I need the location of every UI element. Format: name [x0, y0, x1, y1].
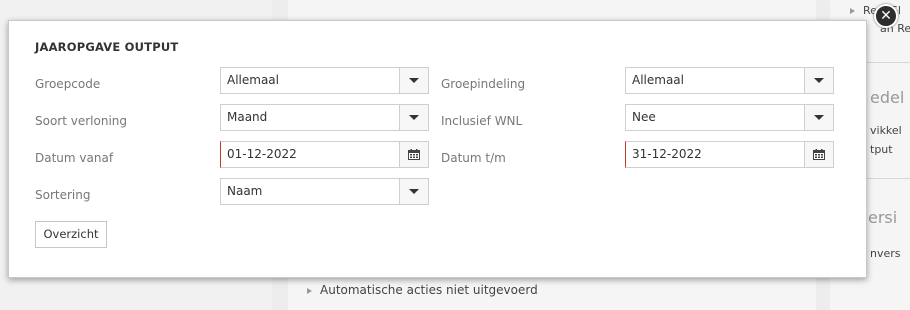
jaaropgave-output-dialog: JAAROPGAVE OUTPUT Groepcode Allemaal Gro… [8, 20, 867, 278]
overzicht-button[interactable]: Overzicht [35, 221, 107, 248]
soort-verloning-label: Soort verloning [35, 114, 128, 128]
caret-down-icon [409, 115, 419, 120]
caret-down-icon [814, 115, 824, 120]
datum-tm-calendar-button[interactable] [804, 142, 833, 167]
datum-tm-input[interactable]: 31-12-2022 [625, 141, 834, 168]
datum-vanaf-input[interactable]: 01-12-2022 [220, 141, 429, 168]
datum-tm-value: 31-12-2022 [632, 147, 702, 161]
groepindeling-select[interactable]: Allemaal [625, 67, 834, 94]
sortering-select[interactable]: Naam [220, 178, 429, 205]
background-link-automatische-acties[interactable]: Automatische acties niet uitgevoerd [307, 283, 538, 297]
background-heading-1: edel [870, 88, 905, 107]
background-text-1: vikkel [870, 124, 902, 137]
caret-down-icon [814, 78, 824, 83]
inclusief-wnl-dropdown-button[interactable] [804, 105, 833, 130]
dialog-title: JAAROPGAVE OUTPUT [35, 40, 179, 54]
datum-vanaf-calendar-button[interactable] [399, 142, 428, 167]
triangle-bullet-icon [307, 287, 312, 294]
calendar-icon [408, 149, 420, 160]
groepcode-select[interactable]: Allemaal [220, 67, 429, 94]
background-text-2: tput [870, 143, 893, 156]
groepcode-dropdown-button[interactable] [399, 68, 428, 93]
datum-tm-label: Datum t/m [441, 151, 506, 165]
groepindeling-label: Groepindeling [441, 77, 526, 91]
caret-down-icon [409, 78, 419, 83]
soort-verloning-dropdown-button[interactable] [399, 105, 428, 130]
caret-down-icon [409, 189, 419, 194]
close-icon[interactable]: ✕ [874, 4, 898, 28]
groepindeling-value: Allemaal [632, 73, 684, 87]
inclusief-wnl-value: Nee [632, 110, 656, 124]
sortering-label: Sortering [35, 188, 91, 202]
groepindeling-dropdown-button[interactable] [804, 68, 833, 93]
datum-vanaf-value: 01-12-2022 [227, 147, 297, 161]
groepcode-label: Groepcode [35, 77, 101, 91]
soort-verloning-select[interactable]: Maand [220, 104, 429, 131]
inclusief-wnl-label: Inclusief WNL [441, 114, 523, 128]
sortering-dropdown-button[interactable] [399, 179, 428, 204]
groepcode-value: Allemaal [227, 73, 279, 87]
inclusief-wnl-select[interactable]: Nee [625, 104, 834, 131]
calendar-icon [813, 149, 825, 160]
background-text-3: nvers [870, 247, 901, 260]
triangle-bullet-icon [850, 8, 855, 14]
background-heading-2: ersi [868, 208, 898, 227]
soort-verloning-value: Maand [227, 110, 268, 124]
datum-vanaf-label: Datum vanaf [35, 151, 114, 165]
sortering-value: Naam [227, 184, 263, 198]
